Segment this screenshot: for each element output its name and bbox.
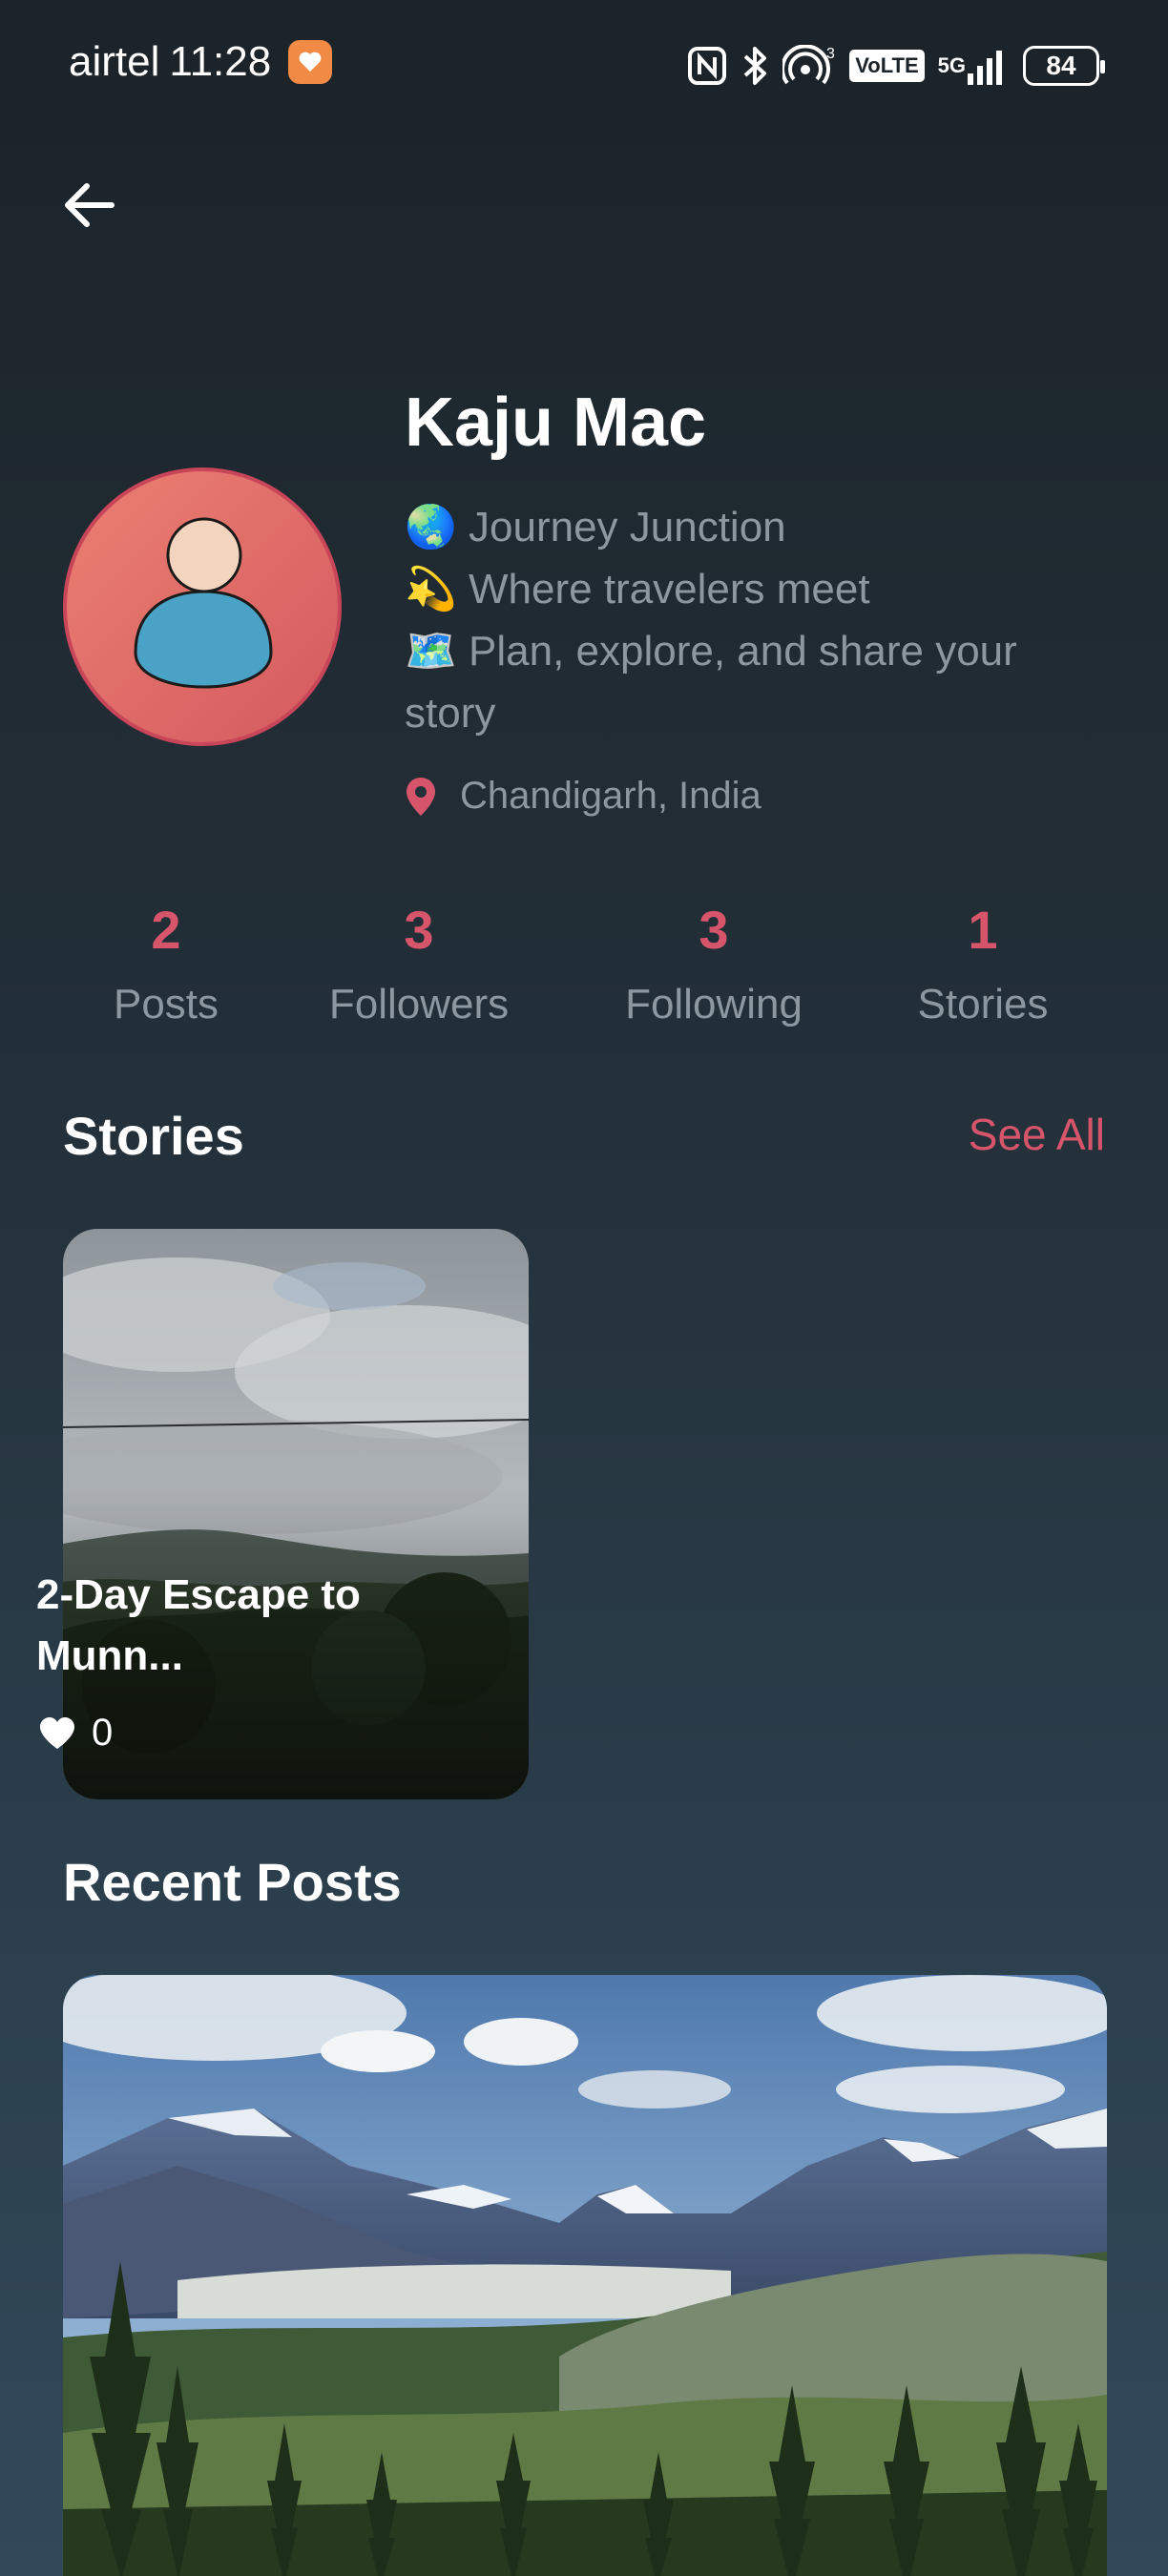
stat-followers[interactable]: 3 Followers: [329, 893, 509, 1028]
location-text: Chandigarh, India: [460, 775, 761, 817]
avatar[interactable]: [63, 467, 342, 746]
profile-location: Chandigarh, India: [405, 775, 761, 818]
bluetooth-icon: [740, 45, 769, 87]
stat-value: 3: [699, 900, 729, 960]
app-notification-icon: [288, 40, 333, 84]
stories-heading: Stories: [63, 1106, 244, 1166]
post-image: [63, 1975, 1107, 2576]
stat-following[interactable]: 3 Following: [625, 893, 803, 1028]
signal-icon: 5G: [938, 45, 1010, 87]
status-carrier: airtel 11:28: [69, 38, 333, 86]
profile-stats: 2 Posts 3 Followers 3 Following 1 Storie…: [0, 893, 1168, 1046]
battery-icon: 84: [1023, 46, 1105, 86]
story-gradient-overlay: [63, 1229, 529, 1799]
stat-value: 1: [968, 900, 998, 960]
status-time: 11:28: [169, 38, 272, 85]
profile-bio: 🌏 Journey Junction 💫 Where travelers mee…: [405, 496, 1111, 744]
stat-value: 2: [151, 900, 181, 960]
stat-label: Following: [625, 981, 803, 1028]
story-like-count: 0: [92, 1712, 114, 1754]
arrow-left-icon: [65, 183, 115, 227]
stat-label: Followers: [328, 981, 510, 1028]
stat-posts[interactable]: 2 Posts: [114, 893, 219, 1028]
stat-label: Posts: [113, 981, 219, 1028]
story-title: 2-Day Escape to Munn...: [36, 1571, 361, 1679]
carrier-name: airtel: [69, 38, 160, 85]
recent-posts-heading: Recent Posts: [63, 1852, 402, 1912]
story-likes[interactable]: 0: [38, 1712, 113, 1755]
stat-label: Stories: [917, 981, 1049, 1028]
network-type: 5G: [937, 53, 966, 77]
back-button[interactable]: [55, 172, 122, 239]
battery-level: 84: [1046, 51, 1076, 80]
heart-icon: [40, 1716, 74, 1749]
hotspot-icon: 3: [782, 45, 836, 87]
user-placeholder-icon: [134, 517, 273, 689]
stat-stories[interactable]: 1 Stories: [918, 893, 1049, 1028]
bio-line: 🗺️ Plan, explore, and share your story: [405, 628, 1017, 737]
stat-value: 3: [404, 900, 434, 960]
bio-line: 💫 Where travelers meet: [405, 566, 870, 613]
post-card[interactable]: [63, 1975, 1107, 2576]
see-all-stories-link[interactable]: See All: [969, 1109, 1105, 1160]
bio-line: 🌏 Journey Junction: [405, 504, 786, 551]
profile-name: Kaju Mac: [405, 384, 707, 461]
nfc-icon: [687, 46, 727, 86]
svg-text:3: 3: [826, 46, 835, 62]
volte-badge: VoLTE: [849, 50, 925, 82]
status-bar: airtel 11:28 3 VoLTE 5G 84: [0, 0, 1168, 134]
story-card[interactable]: [63, 1229, 529, 1799]
location-pin-icon: [407, 777, 435, 816]
status-icons: 3 VoLTE 5G 84: [687, 42, 1105, 90]
